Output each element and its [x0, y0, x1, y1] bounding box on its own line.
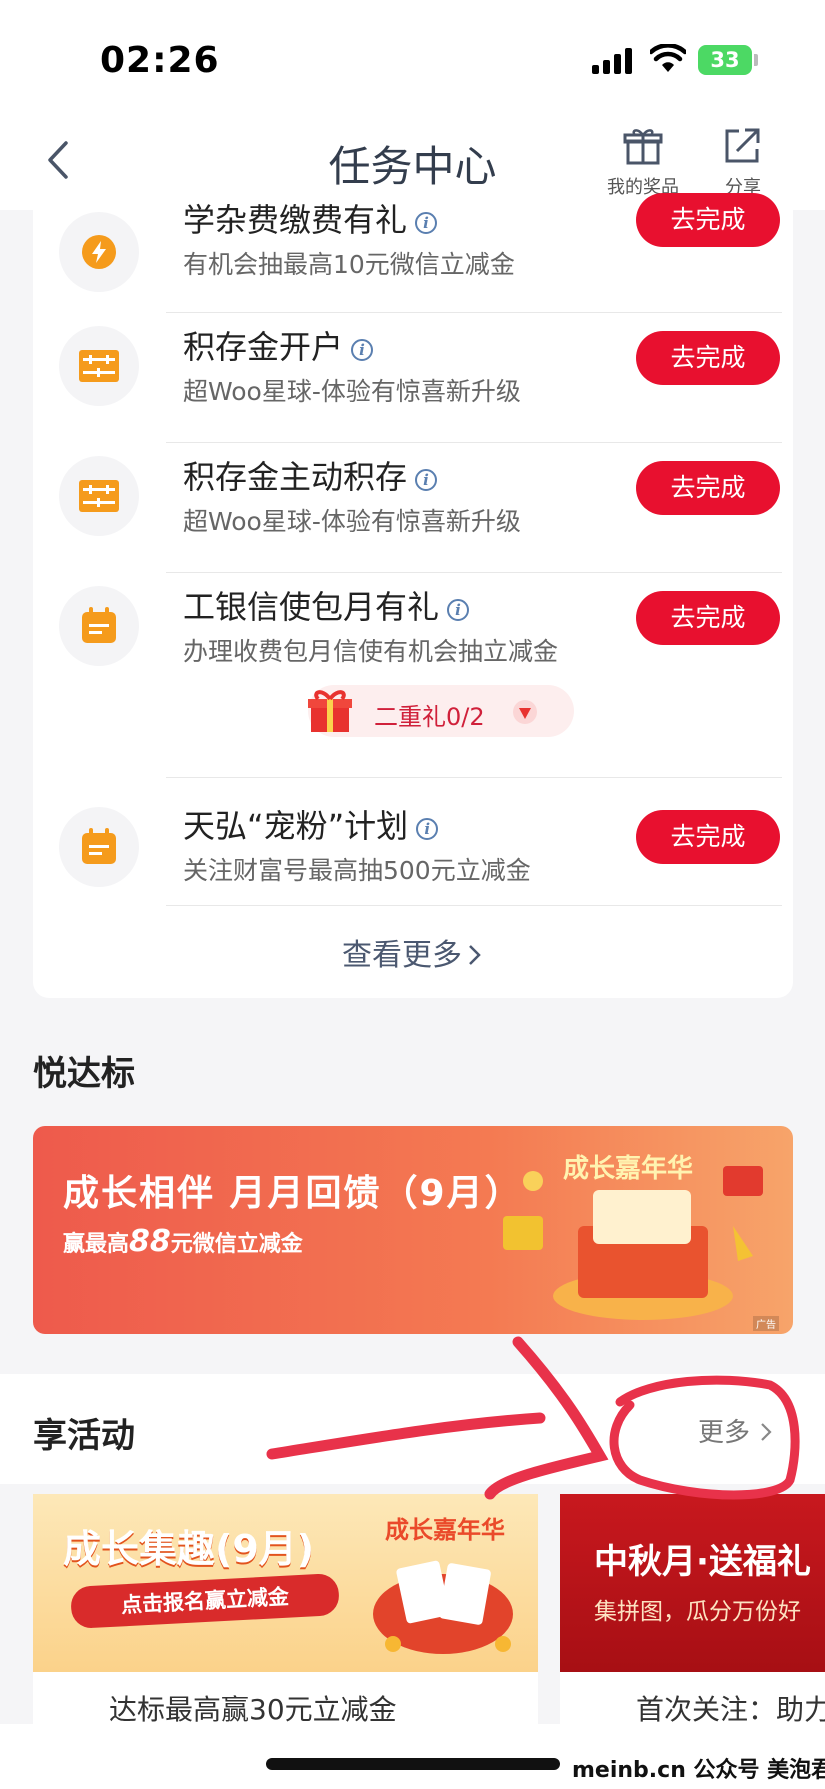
task-title: 天弘“宠粉”计划 i [183, 801, 439, 847]
banner-sub-suffix: 元微信立减金 [170, 1232, 303, 1257]
my-prizes-button[interactable]: 我的奖品 [598, 127, 688, 199]
task-title: 学杂费缴费有礼 i [183, 195, 438, 241]
banner-sub-amount: 88 [129, 1224, 171, 1259]
info-icon[interactable]: i [415, 212, 438, 234]
task-title-text: 工银信使包月有礼 [183, 588, 440, 626]
activity-subtitle: 集拼图，瓜分万份好 [594, 1599, 801, 1625]
activity-art [560, 1494, 825, 1672]
activity-title: 成长集趣(9月) [63, 1527, 315, 1571]
task-title-text: 积存金开户 [183, 328, 344, 366]
complete-task-button[interactable]: 去完成 [636, 810, 780, 864]
banner-badge: 成长嘉年华 [563, 1154, 694, 1184]
view-more-link[interactable]: 查看更多 [33, 930, 793, 974]
task-title-text: 积存金主动积存 [183, 458, 408, 496]
section-title-xiang: 享活动 [33, 1416, 135, 1456]
abacus-icon [79, 350, 119, 382]
calendar-icon [82, 828, 116, 864]
activity-badge: 成长嘉年华 [385, 1516, 505, 1544]
share-icon [725, 128, 760, 163]
flame-icon [82, 235, 116, 269]
bonus-label: 二重礼0/2 [374, 703, 485, 731]
ad-label: 广告 [753, 1316, 779, 1331]
task-title-text: 学杂费缴费有礼 [183, 201, 408, 239]
divider [166, 572, 782, 573]
chevron-right-icon [469, 945, 481, 965]
task-subtitle: 超Woo星球-体验有惊喜新升级 [183, 377, 521, 406]
info-icon[interactable]: i [415, 469, 438, 491]
task-title: 积存金开户 i [183, 322, 374, 368]
task-subtitle: 超Woo星球-体验有惊喜新升级 [183, 507, 521, 536]
task-icon-circle [59, 212, 139, 292]
task-title-text: 天弘“宠粉”计划 [183, 807, 409, 845]
calendar-icon [82, 607, 116, 643]
activity-desc: 达标最高赢30元立减金 [109, 1693, 397, 1724]
bonus-tracker[interactable]: 二重礼0/2 [308, 685, 574, 737]
banner-title: 成长相伴 月月回馈（9月） [63, 1173, 523, 1214]
divider [166, 312, 782, 313]
divider [166, 777, 782, 778]
battery-icon: 33 [698, 45, 752, 75]
info-icon[interactable]: i [447, 599, 470, 621]
share-button[interactable]: 分享 [698, 127, 788, 199]
status-time: 02:26 [100, 40, 220, 81]
activity-desc: 首次关注：助力 [636, 1693, 825, 1724]
home-indicator [266, 1758, 560, 1770]
status-bar: 02:26 33 [0, 0, 825, 115]
banner-sub-prefix: 赢最高 [63, 1232, 130, 1257]
task-subtitle: 关注财富号最高抽500元立减金 [183, 856, 531, 885]
complete-task-button[interactable]: 去完成 [636, 591, 780, 645]
activity-card[interactable]: 成长集趣(9月) 点击报名赢立减金 成长嘉年华 达标最高赢30元立减金 [33, 1494, 538, 1724]
info-icon[interactable]: i [416, 818, 439, 840]
divider [166, 905, 782, 906]
battery-tip [754, 54, 758, 66]
info-icon[interactable]: i [351, 339, 374, 361]
section-title-yue: 悦达标 [33, 1054, 135, 1094]
cellular-signal-icon [592, 48, 632, 74]
task-subtitle: 有机会抽最高10元微信立减金 [183, 250, 515, 279]
activity-title: 中秋月·送福礼 [594, 1542, 811, 1582]
chevron-right-icon [761, 1423, 772, 1441]
complete-task-button[interactable]: 去完成 [636, 461, 780, 515]
task-icon-circle [59, 456, 139, 536]
activities-more-link[interactable]: 更多 [698, 1412, 774, 1449]
divider [166, 442, 782, 443]
gift-box-icon [308, 690, 352, 732]
task-title: 工银信使包月有礼 i [183, 582, 470, 628]
chevron-down-icon [513, 700, 537, 724]
complete-task-button[interactable]: 去完成 [636, 331, 780, 385]
view-more-label: 查看更多 [342, 938, 462, 973]
task-icon-circle [59, 807, 139, 887]
banner-subtitle: 赢最高88元微信立减金 [63, 1224, 303, 1259]
activity-card[interactable]: 中秋月·送福礼 集拼图，瓜分万份好 首次关注：助力 [560, 1494, 825, 1724]
task-icon-circle [59, 586, 139, 666]
gift-icon [623, 129, 663, 165]
promo-banner[interactable]: 成长相伴 月月回馈（9月） 赢最高88元微信立减金 成长嘉年华 广告 [33, 1126, 793, 1334]
task-list-card: 学杂费缴费有礼 i 有机会抽最高10元微信立减金 去完成 积存金开户 i 超Woo星… [33, 193, 793, 998]
activities-more-label: 更多 [698, 1418, 751, 1448]
abacus-icon [79, 480, 119, 512]
task-subtitle: 办理收费包月信使有机会抽立减金 [183, 637, 559, 666]
watermark: meinb.cn 公众号 美泡君 [572, 1758, 825, 1783]
wifi-icon [650, 44, 686, 72]
task-icon-circle [59, 326, 139, 406]
task-title: 积存金主动积存 i [183, 452, 438, 498]
complete-task-button[interactable]: 去完成 [636, 193, 780, 247]
